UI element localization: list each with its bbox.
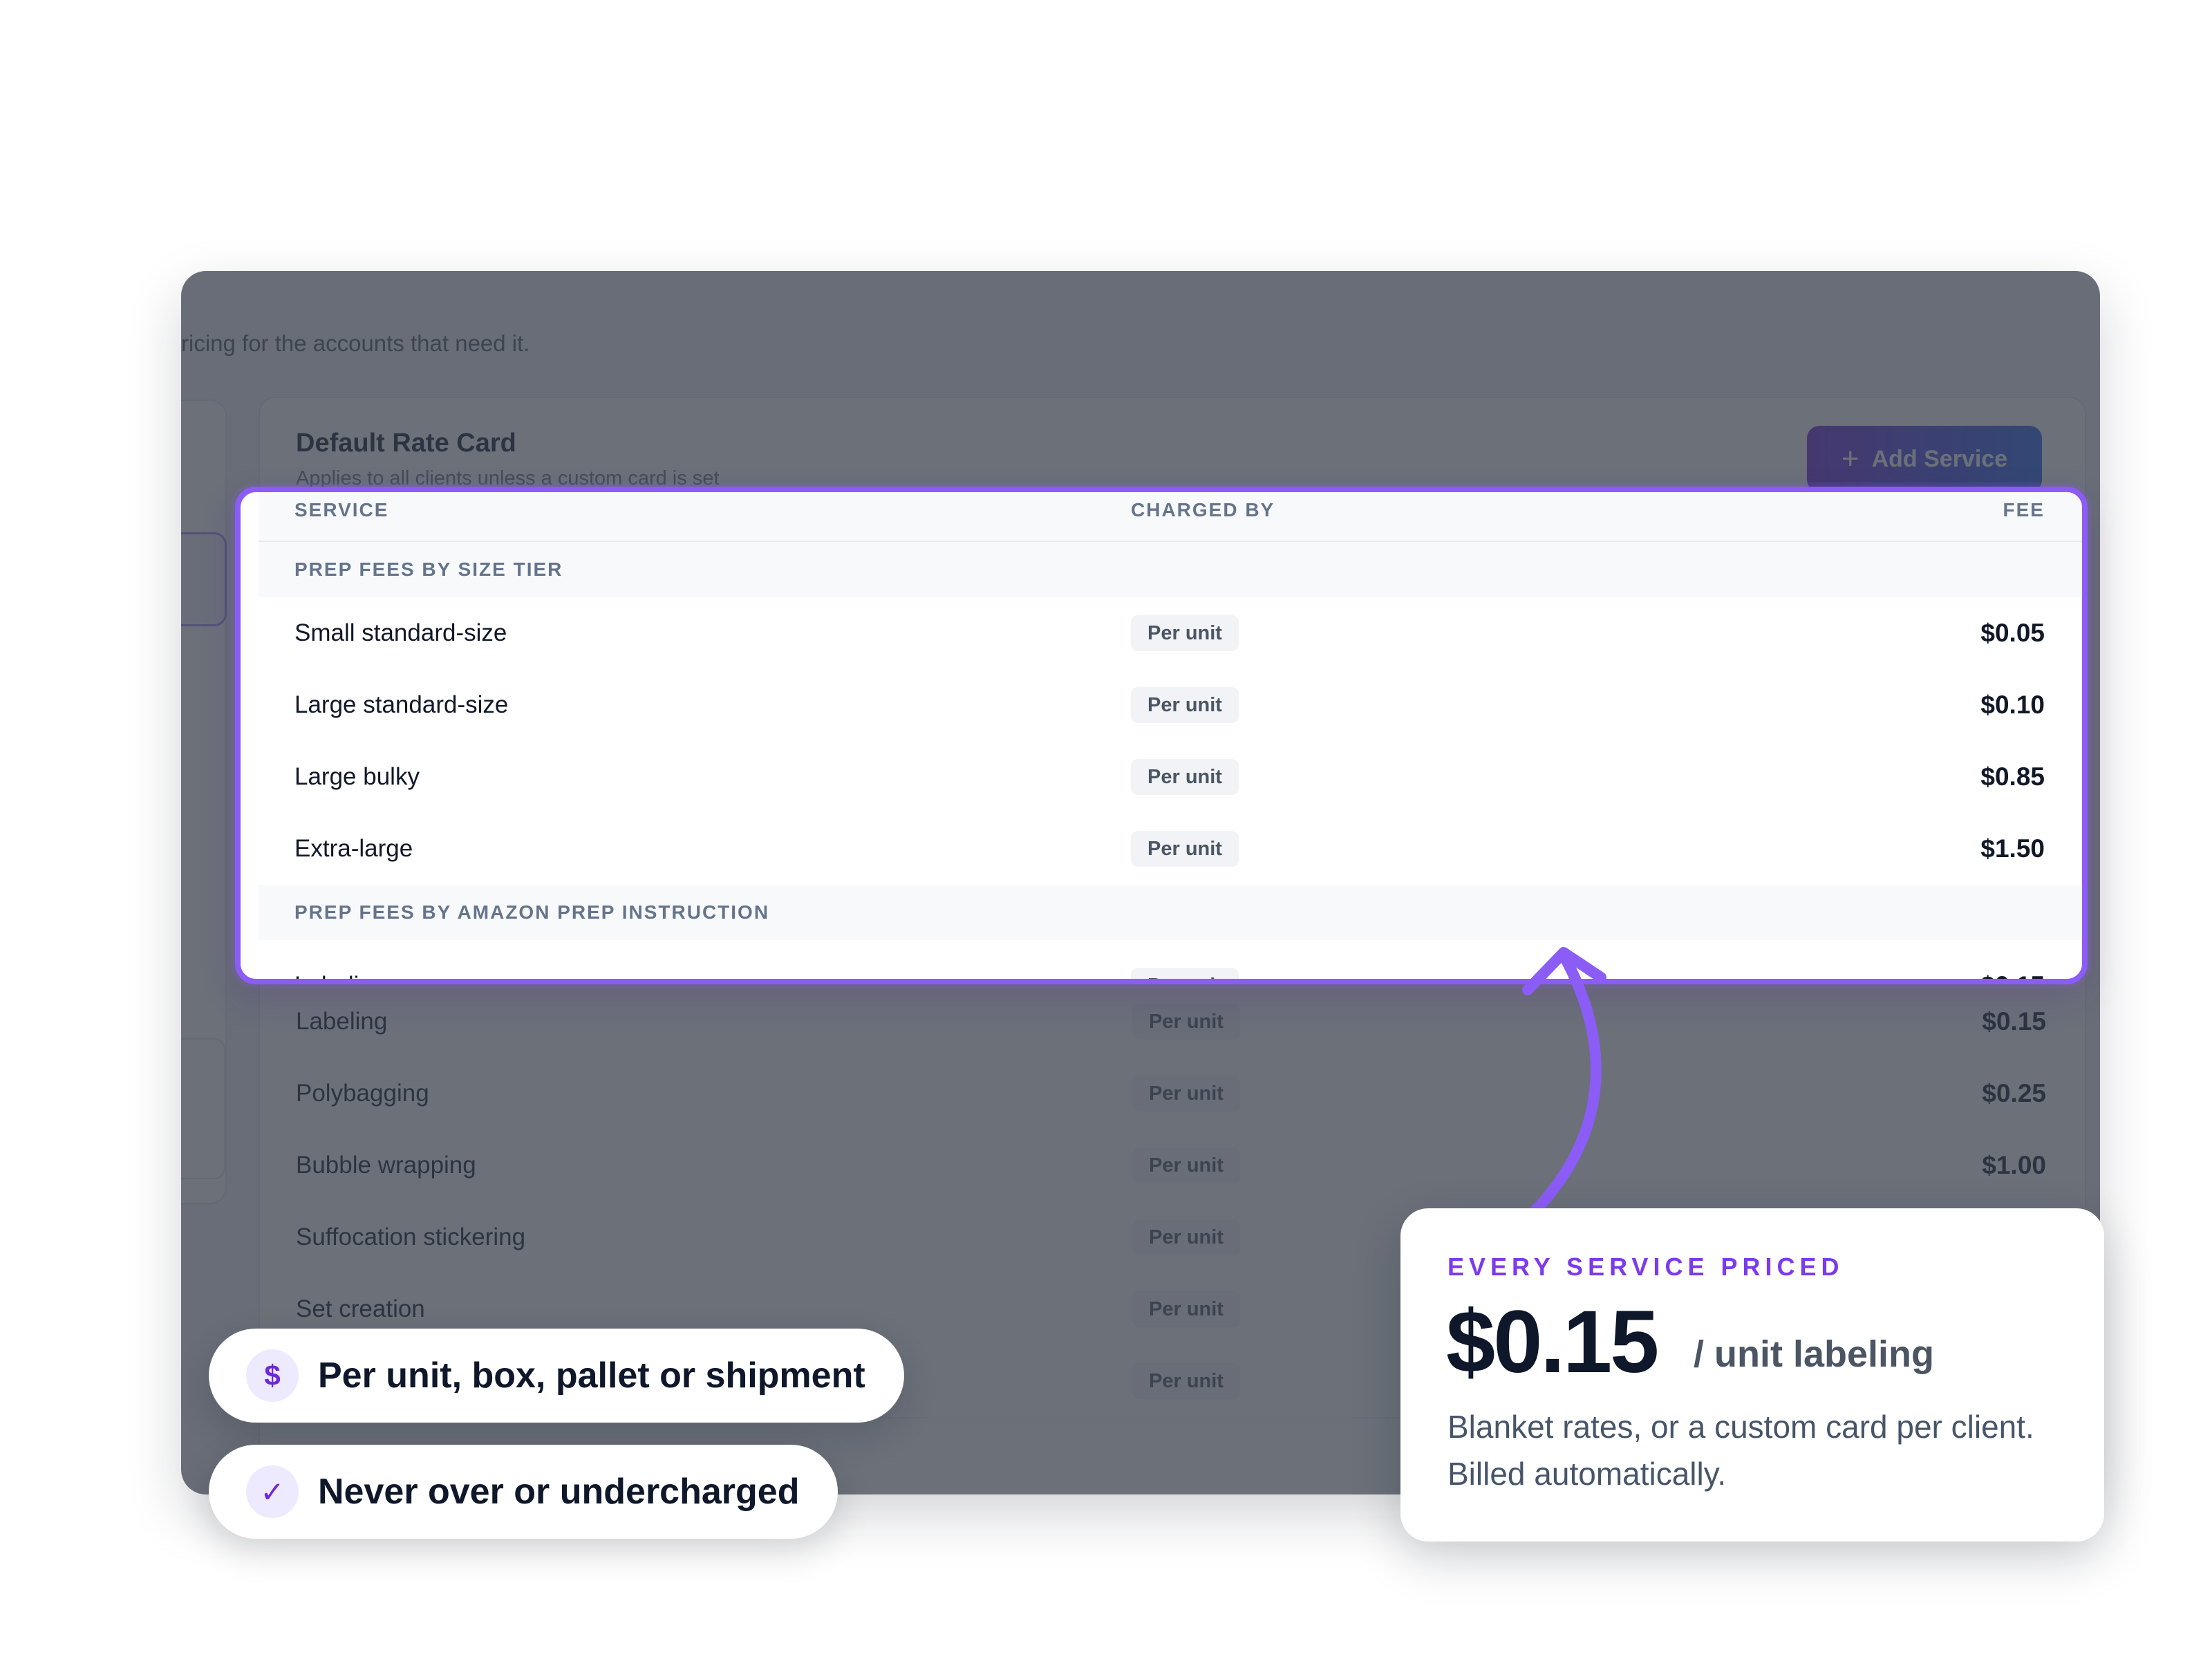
client-list-active-item[interactable] bbox=[181, 532, 227, 626]
feature-pill-text: Never over or undercharged bbox=[318, 1472, 800, 1512]
fee-value: $0.10 bbox=[1980, 691, 2045, 719]
charged-by-badge: Per unit bbox=[1132, 1291, 1240, 1327]
feature-pill-accuracy: ✓ Never over or undercharged bbox=[209, 1445, 838, 1539]
group-header: PREP FEES BY AMAZON PREP INSTRUCTION bbox=[259, 885, 2082, 940]
service-name: Suffocation stickering bbox=[296, 1224, 526, 1250]
dollar-icon: $ bbox=[246, 1349, 299, 1402]
highlight-window: SERVICE CHARGED BY FEE PREP FEES BY SIZE TI… bbox=[235, 487, 2088, 984]
charged-by-badge: Per unit bbox=[1131, 968, 1239, 979]
fee-value: $0.15 bbox=[1980, 971, 2045, 979]
page-intro-text: ricing for the accounts that need it. bbox=[181, 330, 530, 356]
service-name: Bubble wrapping bbox=[296, 1152, 476, 1179]
client-list-box bbox=[181, 1038, 225, 1179]
plus-icon: + bbox=[1841, 442, 1859, 476]
table-row[interactable]: Labeling Per unit $0.15 bbox=[260, 986, 2085, 1059]
pricing-callout-card: EVERY SERVICE PRICED $0.15 / unit labeli… bbox=[1400, 1208, 2104, 1541]
fee-value: $0.85 bbox=[1980, 762, 2045, 791]
table-header: SERVICE CHARGED BY FEE bbox=[259, 492, 2082, 542]
charged-by-badge: Per unit bbox=[1132, 1147, 1240, 1183]
service-name: Polybagging bbox=[296, 1080, 429, 1107]
feature-pill-billing-units: $ Per unit, box, pallet or shipment bbox=[209, 1329, 904, 1423]
group-header: PREP FEES BY SIZE TIER bbox=[259, 542, 2082, 597]
fee-value: $0.15 bbox=[1982, 1007, 2046, 1035]
table-row[interactable]: Large standard-size Per unit $0.10 bbox=[259, 669, 2082, 742]
service-name: Labeling bbox=[296, 1008, 388, 1035]
table-row[interactable]: Large bulky Per unit $0.85 bbox=[259, 741, 2082, 814]
group-header-label: PREP FEES BY AMAZON PREP INSTRUCTION bbox=[294, 901, 770, 923]
column-header-fee: FEE bbox=[2003, 499, 2045, 521]
charged-by-badge: Per unit bbox=[1132, 1363, 1240, 1399]
fee-value: $1.00 bbox=[1982, 1151, 2046, 1179]
feature-pill-text: Per unit, box, pallet or shipment bbox=[318, 1356, 865, 1396]
service-name: Large standard-size bbox=[294, 691, 509, 718]
callout-price: $0.15 bbox=[1446, 1293, 1659, 1391]
service-name: Large bulky bbox=[294, 763, 420, 790]
table-row[interactable]: Bubble wrapping Per unit $1.00 bbox=[260, 1130, 2085, 1203]
table-row[interactable]: Extra-large Per unit $1.50 bbox=[259, 813, 2082, 886]
charged-by-badge: Per unit bbox=[1131, 615, 1239, 651]
table-row[interactable]: Small standard-size Per unit $0.05 bbox=[259, 597, 2082, 671]
charged-by-badge: Per unit bbox=[1132, 1219, 1240, 1255]
charged-by-badge: Per unit bbox=[1131, 687, 1239, 723]
service-name: Set creation bbox=[296, 1295, 425, 1322]
service-name: Labeling bbox=[294, 972, 386, 979]
rate-card-title: Default Rate Card bbox=[296, 429, 516, 458]
fee-value: $1.50 bbox=[1980, 834, 2045, 863]
callout-description: Blanket rates, or a custom card per clie… bbox=[1447, 1409, 2034, 1492]
add-service-label: Add Service bbox=[1871, 445, 2008, 472]
charged-by-badge: Per unit bbox=[1132, 1004, 1240, 1040]
charged-by-badge: Per unit bbox=[1131, 759, 1239, 795]
service-name: Small standard-size bbox=[294, 619, 507, 646]
service-name: Extra-large bbox=[294, 835, 413, 862]
check-icon: ✓ bbox=[246, 1465, 299, 1518]
add-service-button[interactable]: + Add Service bbox=[1807, 426, 2042, 492]
callout-unit: / unit labeling bbox=[1694, 1333, 1934, 1375]
callout-eyebrow: EVERY SERVICE PRICED bbox=[1447, 1253, 1844, 1281]
group-header-label: PREP FEES BY SIZE TIER bbox=[294, 559, 563, 580]
column-header-charged-by: CHARGED BY bbox=[1131, 499, 1275, 521]
fee-value: $0.05 bbox=[1980, 619, 2045, 647]
rate-table-highlighted: SERVICE CHARGED BY FEE PREP FEES BY SIZE TI… bbox=[259, 492, 2082, 979]
charged-by-badge: Per unit bbox=[1132, 1076, 1240, 1112]
charged-by-badge: Per unit bbox=[1131, 831, 1239, 867]
column-header-service: SERVICE bbox=[294, 499, 389, 521]
fee-value: $0.25 bbox=[1982, 1079, 2046, 1107]
table-row[interactable]: Labeling Per unit $0.15 bbox=[259, 950, 2082, 979]
table-row[interactable]: Polybagging Per unit $0.25 bbox=[260, 1058, 2085, 1131]
